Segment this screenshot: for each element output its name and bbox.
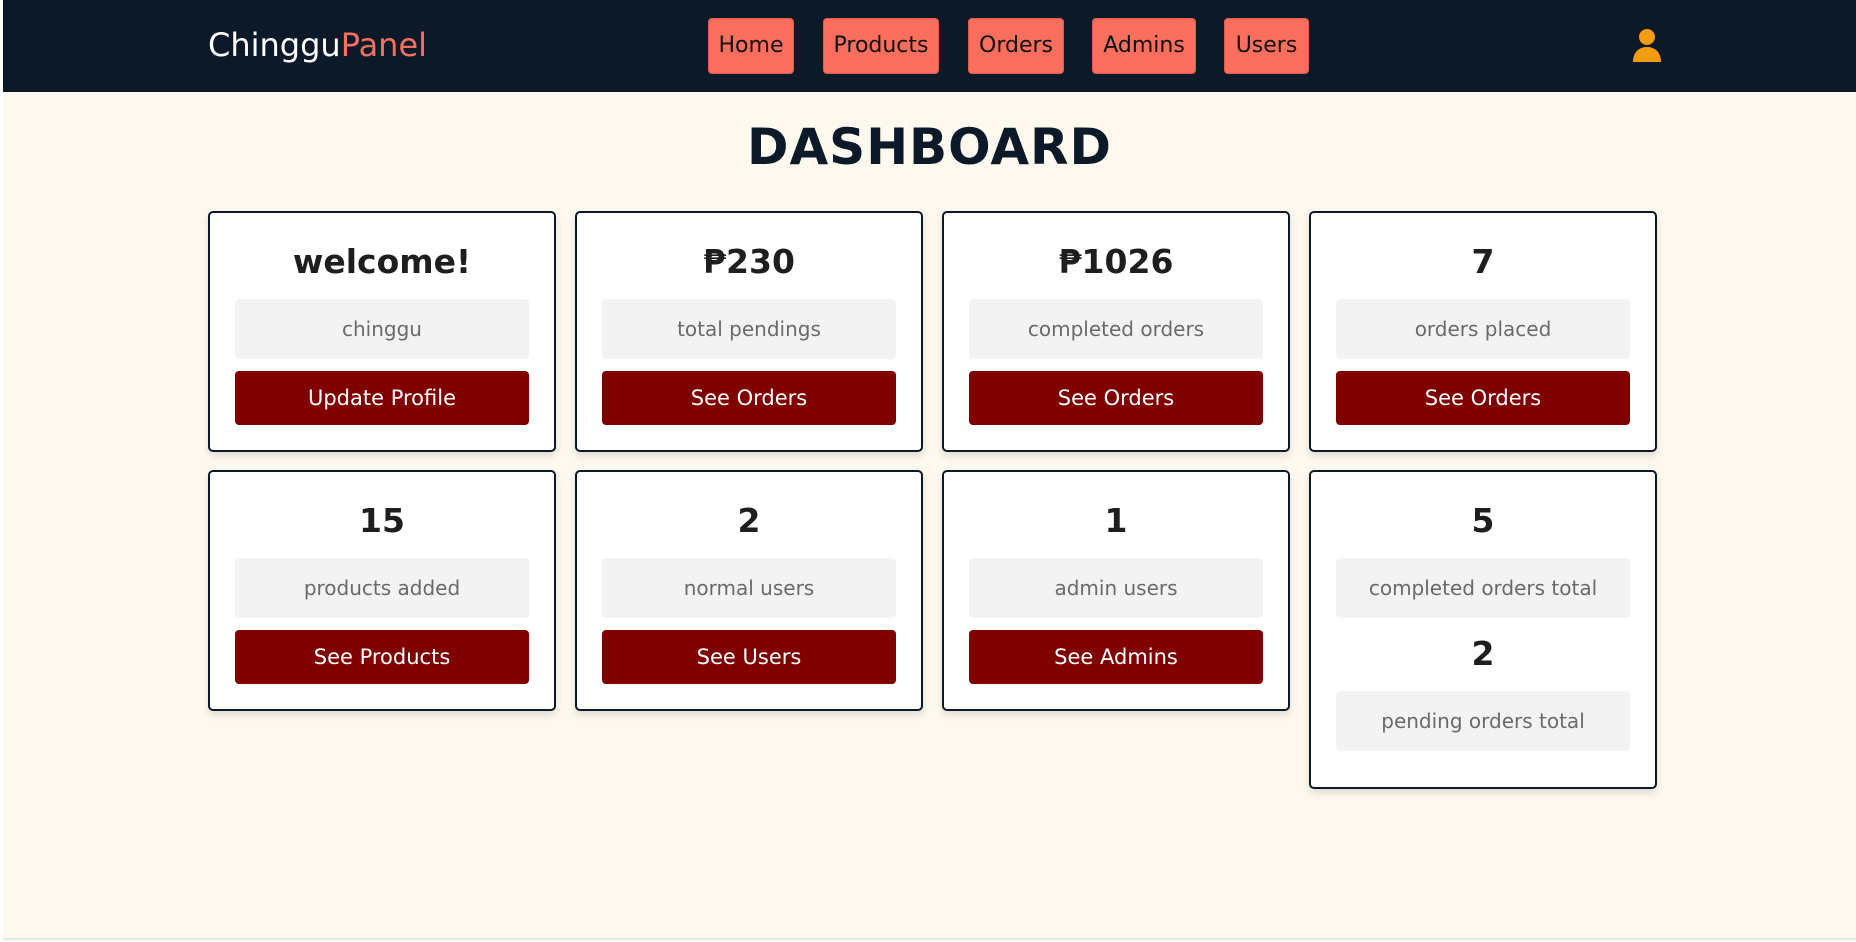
page-title: DASHBOARD: [746, 118, 1113, 176]
brand-name: Chinggu: [208, 26, 341, 64]
card-info: admin users: [969, 558, 1263, 618]
card-total-pendings: ₱230 total pendings See Orders: [575, 211, 923, 452]
card-info: chinggu: [235, 299, 529, 359]
see-orders-button[interactable]: See Orders: [602, 371, 896, 425]
see-orders-button[interactable]: See Orders: [969, 371, 1263, 425]
card-info: products added: [235, 558, 529, 618]
card-info-secondary: pending orders total: [1336, 691, 1630, 751]
update-profile-button[interactable]: Update Profile: [235, 371, 529, 425]
card-value: 1: [1104, 501, 1128, 540]
card-value: ₱230: [703, 242, 795, 281]
card-info: orders placed: [1336, 299, 1630, 359]
card-info: completed orders total: [1336, 558, 1630, 618]
card-admin-users: 1 admin users See Admins: [942, 470, 1290, 711]
see-orders-button[interactable]: See Orders: [1336, 371, 1630, 425]
card-orders-totals: 5 completed orders total 2 pending order…: [1309, 470, 1657, 789]
brand-logo[interactable]: ChingguPanel: [208, 24, 427, 66]
card-normal-users: 2 normal users See Users: [575, 470, 923, 711]
nav-admins[interactable]: Admins: [1092, 18, 1196, 74]
nav-products[interactable]: Products: [823, 18, 939, 74]
nav-home[interactable]: Home: [708, 18, 794, 74]
card-value: welcome!: [292, 242, 472, 281]
nav-orders[interactable]: Orders: [968, 18, 1064, 74]
see-products-button[interactable]: See Products: [235, 630, 529, 684]
card-value: ₱1026: [1058, 242, 1174, 281]
card-welcome: welcome! chinggu Update Profile: [208, 211, 556, 452]
card-info: normal users: [602, 558, 896, 618]
card-completed-orders: ₱1026 completed orders See Orders: [942, 211, 1290, 452]
card-info: completed orders: [969, 299, 1263, 359]
card-value: 7: [1471, 242, 1495, 281]
user-icon[interactable]: [1632, 28, 1662, 62]
card-products-added: 15 products added See Products: [208, 470, 556, 711]
card-value-secondary: 2: [1471, 634, 1495, 673]
brand-accent: Panel: [340, 26, 428, 64]
top-navbar: ChingguPanel Home Products Orders Admins…: [3, 0, 1856, 92]
see-admins-button[interactable]: See Admins: [969, 630, 1263, 684]
nav-users[interactable]: Users: [1224, 18, 1309, 74]
card-info: total pendings: [602, 299, 896, 359]
page-frame: ChingguPanel Home Products Orders Admins…: [3, 0, 1856, 940]
card-value: 5: [1471, 501, 1495, 540]
card-value: 15: [359, 501, 405, 540]
card-orders-placed: 7 orders placed See Orders: [1309, 211, 1657, 452]
card-value: 2: [737, 501, 761, 540]
see-users-button[interactable]: See Users: [602, 630, 896, 684]
